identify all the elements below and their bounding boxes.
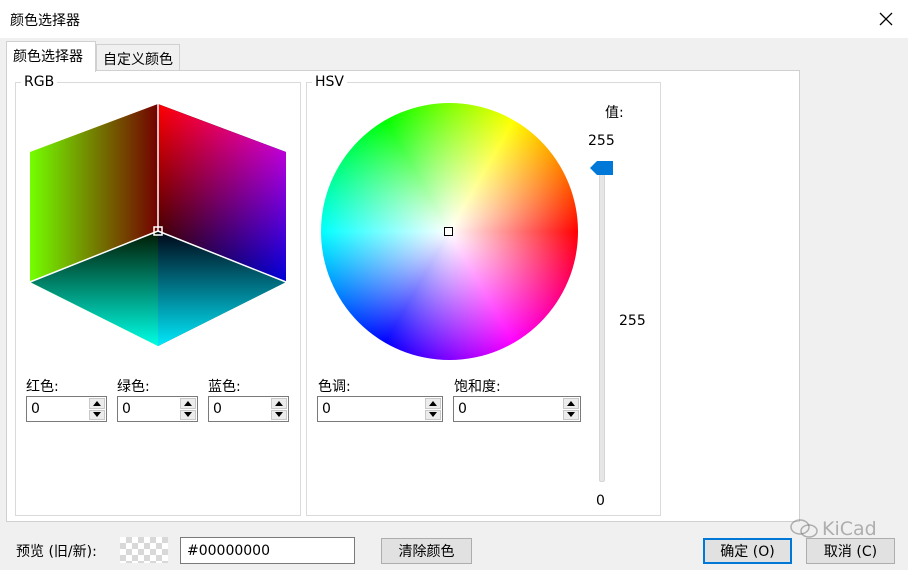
saturation-spinner[interactable] (453, 396, 581, 422)
saturation-label: 饱和度: (454, 379, 501, 395)
title-bar (0, 0, 908, 38)
tab-color-picker[interactable]: 颜色选择器 (6, 41, 96, 72)
wechat-icon (790, 519, 818, 538)
arrow-down-icon (429, 412, 437, 418)
close-button[interactable] (870, 4, 902, 34)
red-label: 红色: (26, 379, 59, 395)
hex-color-input[interactable] (180, 537, 355, 564)
saturation-increment-button[interactable] (563, 398, 579, 409)
hue-spinner[interactable] (317, 396, 443, 422)
value-min-text: 0 (596, 493, 605, 509)
rgb-group-label: RGB (21, 74, 58, 90)
red-decrement-button[interactable] (89, 409, 105, 420)
close-icon (879, 12, 893, 26)
arrow-down-icon (184, 412, 192, 418)
red-increment-button[interactable] (89, 398, 105, 409)
hsv-group-label: HSV (312, 74, 347, 90)
arrow-down-icon (275, 412, 283, 418)
blue-spinner[interactable] (208, 396, 289, 422)
rgb-color-cube[interactable] (28, 100, 290, 350)
green-spinner[interactable] (117, 396, 198, 422)
hue-decrement-button[interactable] (425, 409, 441, 420)
saturation-input[interactable] (454, 397, 562, 421)
arrow-up-icon (567, 400, 575, 406)
arrow-up-icon (184, 400, 192, 406)
arrow-up-icon (93, 400, 101, 406)
red-input[interactable] (27, 397, 88, 421)
ok-button[interactable]: 确定 (O) (703, 538, 792, 564)
preview-label: 预览 (旧/新): (16, 544, 97, 560)
blue-decrement-button[interactable] (271, 409, 287, 420)
clear-color-button[interactable]: 清除颜色 (381, 538, 472, 564)
blue-increment-button[interactable] (271, 398, 287, 409)
arrow-down-icon (567, 412, 575, 418)
hue-input[interactable] (318, 397, 424, 421)
green-increment-button[interactable] (180, 398, 196, 409)
window-title: 颜色选择器 (10, 13, 80, 29)
watermark-text: KiCad (822, 518, 877, 540)
arrow-down-icon (93, 412, 101, 418)
watermark: KiCad (790, 518, 877, 540)
green-decrement-button[interactable] (180, 409, 196, 420)
value-label: 值: (605, 105, 624, 121)
blue-input[interactable] (209, 397, 270, 421)
blue-label: 蓝色: (208, 379, 241, 395)
value-slider-thumb[interactable] (590, 161, 614, 175)
value-current-text: 255 (619, 313, 646, 329)
arrow-up-icon (275, 400, 283, 406)
hue-label: 色调: (318, 379, 351, 395)
hsv-wheel-marker[interactable] (444, 227, 453, 236)
arrow-up-icon (429, 400, 437, 406)
hue-increment-button[interactable] (425, 398, 441, 409)
green-label: 绿色: (117, 379, 150, 395)
value-max-text: 255 (588, 133, 615, 149)
green-input[interactable] (118, 397, 179, 421)
tab-custom-colors[interactable]: 自定义颜色 (96, 44, 180, 72)
value-slider-track[interactable] (599, 168, 605, 482)
color-preview-swatch (120, 537, 168, 563)
cancel-button[interactable]: 取消 (C) (806, 538, 895, 564)
red-spinner[interactable] (26, 396, 107, 422)
saturation-decrement-button[interactable] (563, 409, 579, 420)
